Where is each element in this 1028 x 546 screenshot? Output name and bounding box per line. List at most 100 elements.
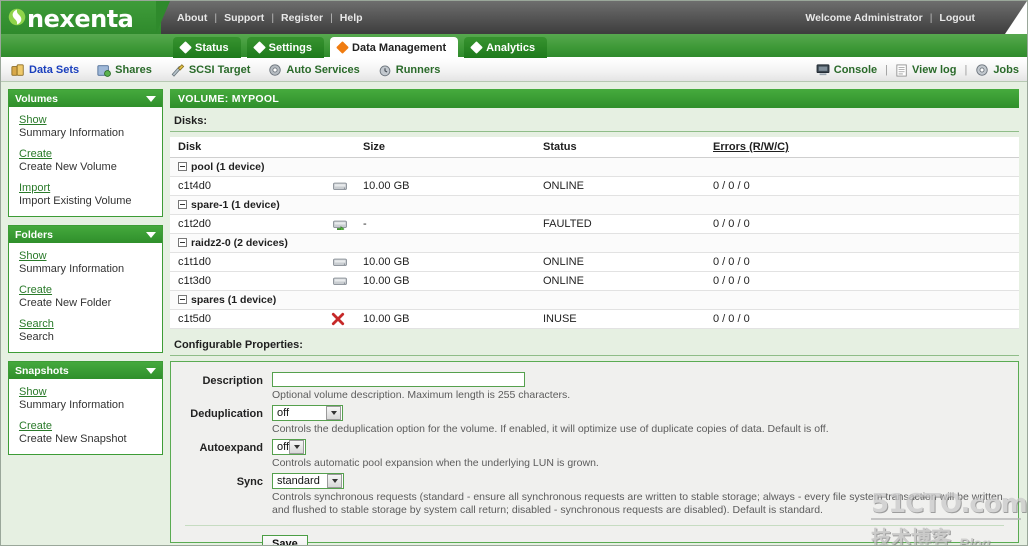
sidebar-item-volumes-create[interactable]: Create Create New Volume: [19, 148, 152, 173]
subnav-label: Shares: [115, 63, 152, 76]
column-header-errors[interactable]: Errors (R/W/C): [705, 137, 1019, 158]
form-divider: [185, 525, 1004, 526]
red-x-icon: [331, 312, 345, 326]
chevron-down-icon[interactable]: [146, 231, 156, 238]
field-row-sync: Sync standard Controls synchronous reque…: [171, 473, 1018, 517]
collapse-minus-icon[interactable]: [178, 295, 187, 304]
cell-size: 10.00 GB: [333, 252, 535, 272]
disk-icon: [333, 182, 347, 190]
sidebar-item-snapshots-create[interactable]: Create Create New Snapshot: [19, 420, 152, 445]
sidebar-link[interactable]: Import: [19, 182, 50, 194]
sidebar-link[interactable]: Create: [19, 284, 52, 296]
size-text: 10.00 GB: [363, 313, 410, 325]
subnav-item-auto-services[interactable]: Auto Services: [268, 63, 360, 77]
column-header-disk[interactable]: Disk: [170, 137, 355, 158]
sidebar-item-folders-search[interactable]: Search Search: [19, 318, 152, 343]
sidebar-link[interactable]: Show: [19, 250, 47, 262]
sidebar-link[interactable]: Search: [19, 318, 54, 330]
sidebar-item-volumes-import[interactable]: Import Import Existing Volume: [19, 182, 152, 207]
table-group-row[interactable]: raidz2-0 (2 devices): [170, 233, 1019, 253]
collapse-minus-icon[interactable]: [178, 162, 187, 171]
top-link-about[interactable]: About: [177, 12, 207, 24]
tab-status[interactable]: Status: [173, 37, 241, 58]
sidebar-link[interactable]: Show: [19, 114, 47, 126]
chevron-down-icon[interactable]: [289, 440, 304, 454]
nexenta-management-console: nexenta About | Support | Register | Help Welc…: [0, 0, 1028, 546]
sync-select[interactable]: standard: [272, 473, 344, 489]
sidebar-item-folders-create[interactable]: Create Create New Folder: [19, 284, 152, 309]
tab-label: Status: [195, 41, 229, 54]
sidebar-link[interactable]: Create: [19, 148, 52, 160]
table-group-row[interactable]: pool (1 device): [170, 157, 1019, 177]
cell-size: -: [333, 214, 535, 234]
table-row[interactable]: c1t3d0 10.00 GB ONLINE 0 / 0 / 0: [170, 271, 1019, 291]
subnav-item-shares[interactable]: Shares: [97, 63, 152, 77]
console-button[interactable]: Console: [816, 64, 877, 76]
view-log-button[interactable]: View log: [896, 64, 956, 77]
jobs-button[interactable]: Jobs: [975, 63, 1019, 77]
column-header-size[interactable]: Size: [355, 137, 535, 158]
cell-errors: 0 / 0 / 0: [705, 271, 1019, 291]
collapse-minus-icon[interactable]: [178, 200, 187, 209]
view-log-label: View log: [912, 64, 957, 76]
field-row-deduplication: Deduplication off Controls the deduplica…: [171, 405, 1018, 436]
configurable-properties-box: Description Optional volume description.…: [170, 361, 1019, 545]
data-sets-icon: [11, 63, 24, 76]
table-row[interactable]: c1t4d0 10.00 GB ONLINE 0 / 0 / 0: [170, 176, 1019, 196]
sidebar-link[interactable]: Create: [19, 420, 52, 432]
top-link-register[interactable]: Register: [281, 12, 323, 24]
autoexpand-select[interactable]: off: [272, 439, 306, 455]
subnav-item-scsi-target[interactable]: SCSI Target: [170, 63, 251, 77]
auto-services-icon: [269, 63, 282, 76]
sidebar-item-volumes-show[interactable]: Show Summary Information: [19, 114, 152, 139]
sync-value: standard: [277, 475, 320, 487]
tab-settings[interactable]: Settings: [246, 37, 325, 58]
deduplication-select[interactable]: off: [272, 405, 343, 421]
secondary-nav-bar: Data Sets Shares SCSI Target Auto Servic…: [1, 58, 1027, 82]
logout-link[interactable]: Logout: [939, 12, 975, 24]
table-row[interactable]: c1t1d0 10.00 GB ONLINE 0 / 0 / 0: [170, 252, 1019, 272]
cell-size: 10.00 GB: [331, 309, 535, 329]
volume-title-bar: VOLUME: MYPOOL: [170, 89, 1019, 108]
size-text: -: [363, 218, 367, 230]
group-label-cell: pool (1 device): [170, 157, 1019, 177]
panel-title: Snapshots: [15, 364, 69, 377]
sidebar-item-folders-show[interactable]: Show Summary Information: [19, 250, 152, 275]
nav-separator: |: [214, 12, 218, 24]
panel-volumes-header[interactable]: Volumes: [9, 90, 162, 107]
description-input[interactable]: [272, 372, 525, 387]
panel-title: Volumes: [15, 92, 58, 105]
table-row[interactable]: c1t5d0 10.00 GB INUSE 0 / 0 / 0: [170, 309, 1019, 329]
top-link-help[interactable]: Help: [340, 12, 363, 24]
sidebar-item-snapshots-show[interactable]: Show Summary Information: [19, 386, 152, 411]
jobs-label: Jobs: [993, 64, 1019, 76]
chevron-down-icon[interactable]: [146, 367, 156, 374]
save-button[interactable]: Save: [262, 535, 308, 545]
chevron-down-icon[interactable]: [326, 406, 341, 420]
subnav-item-data-sets[interactable]: Data Sets: [11, 63, 79, 77]
chevron-down-icon[interactable]: [327, 474, 342, 488]
top-link-support[interactable]: Support: [224, 12, 264, 24]
panel-volumes-body: Show Summary Information Create Create N…: [9, 107, 162, 216]
field-row-autoexpand: Autoexpand off Controls automatic pool e…: [171, 439, 1018, 470]
table-group-row[interactable]: spares (1 device): [170, 290, 1019, 310]
welcome-text: Welcome Administrator: [805, 12, 923, 24]
panel-snapshots-header[interactable]: Snapshots: [9, 362, 162, 379]
subnav-label: SCSI Target: [188, 63, 251, 76]
control-deduplication: off Controls the deduplication option fo…: [263, 405, 1018, 436]
control-sync: standard Controls synchronous requests (…: [263, 473, 1018, 517]
panel-folders-header[interactable]: Folders: [9, 226, 162, 243]
sidebar-link[interactable]: Show: [19, 386, 47, 398]
tool-separator: |: [885, 64, 889, 76]
cell-disk: c1t3d0: [170, 271, 355, 291]
group-label: spares (1 device): [191, 294, 277, 306]
subnav-item-runners[interactable]: Runners: [378, 63, 440, 77]
column-header-status[interactable]: Status: [535, 137, 705, 158]
table-row[interactable]: c1t2d0 - FAULTED 0 / 0 / 0: [170, 214, 1019, 234]
collapse-minus-icon[interactable]: [178, 238, 187, 247]
group-label: raidz2-0 (2 devices): [191, 237, 288, 249]
chevron-down-icon[interactable]: [146, 95, 156, 102]
table-group-row[interactable]: spare-1 (1 device): [170, 195, 1019, 215]
tab-data-management[interactable]: Data Management: [330, 37, 459, 58]
tab-analytics[interactable]: Analytics: [464, 37, 548, 58]
